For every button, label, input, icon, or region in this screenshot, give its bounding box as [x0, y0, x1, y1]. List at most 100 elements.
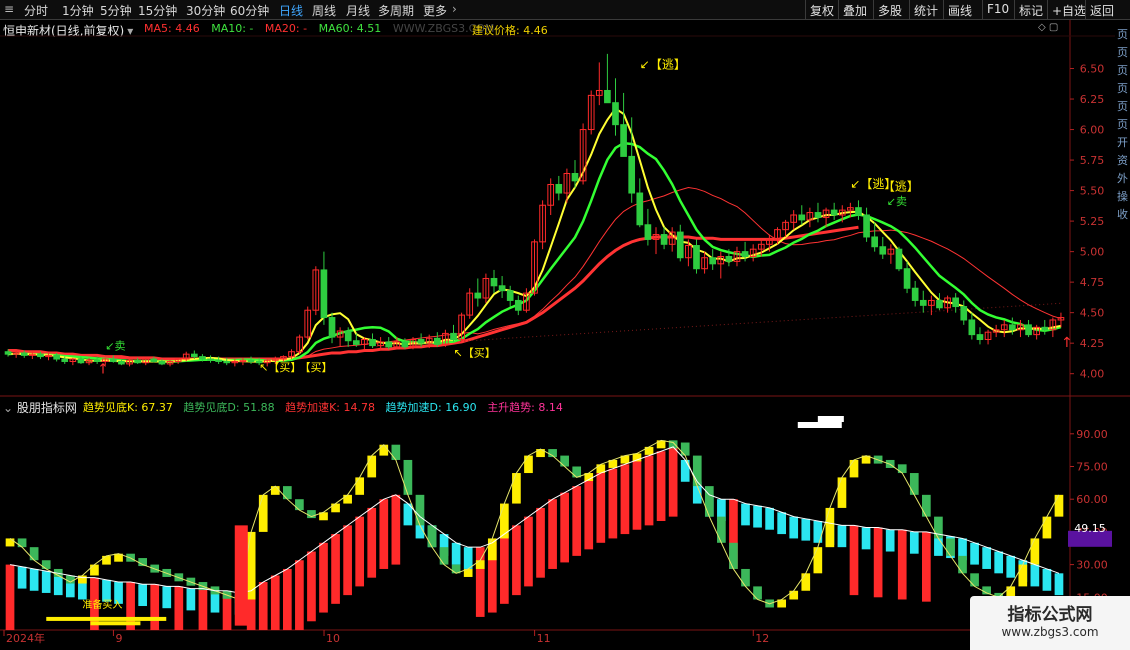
side-label: 页: [1117, 46, 1128, 59]
candle-body: [814, 212, 822, 218]
date-axis-label: 11: [537, 632, 551, 645]
side-label: 页: [1117, 118, 1128, 131]
k-bar: [897, 464, 907, 474]
acc-bar: [922, 531, 931, 602]
acc-bar: [451, 542, 461, 565]
top-marker: [817, 416, 844, 422]
price-axis-label: 5.50: [1080, 185, 1105, 198]
k-bar: [343, 494, 352, 504]
k-bar: [680, 442, 690, 456]
candle-body: [506, 290, 514, 301]
k-bar: [753, 586, 762, 600]
candle-body: [1041, 326, 1049, 331]
indicator-axis-label: 30.00: [1076, 559, 1108, 572]
logo-line1: 指标公式网: [1007, 605, 1093, 625]
side-label: 页: [1117, 64, 1128, 77]
bottom-band: [90, 621, 141, 626]
current-value-text: 49.15: [1074, 522, 1106, 535]
k-bar: [1018, 564, 1028, 587]
k-bar: [282, 486, 292, 500]
acc-bar: [536, 507, 545, 578]
k-bar: [5, 538, 15, 547]
k-bar: [922, 494, 931, 517]
acc-bar: [849, 525, 859, 596]
side-label: 外: [1117, 172, 1128, 185]
candle-body: [37, 353, 44, 358]
acc-bar: [572, 486, 582, 556]
k-bar: [500, 503, 509, 539]
candle-body: [628, 155, 636, 194]
acc-bar: [162, 586, 172, 609]
candle-body: [401, 341, 409, 348]
k-bar: [729, 542, 738, 569]
candle-body: [968, 319, 976, 336]
bottom-band: [46, 616, 167, 621]
date-axis-label: 12: [755, 632, 769, 645]
date-axis-label: 10: [326, 632, 340, 645]
candle-body: [1009, 324, 1016, 331]
candle-body: [871, 236, 879, 248]
k-bar: [801, 573, 811, 591]
acc-bar: [41, 571, 51, 593]
candle-body: [450, 332, 457, 341]
candle-body: [960, 306, 968, 321]
candle-body: [514, 299, 522, 311]
price-axis-label: 5.75: [1080, 154, 1105, 167]
acc-bar: [909, 531, 919, 554]
big-red-bar: [234, 525, 248, 626]
k-bar: [427, 525, 437, 548]
acc-bar: [1006, 555, 1016, 578]
kline-chart[interactable]: 6.50 6.25 6.00 5.75 5.50 5.25 5.00 4.75 4.50 4.25…: [0, 0, 1130, 650]
k-bar: [909, 473, 919, 495]
acc-bar: [198, 588, 208, 630]
candle-body: [976, 334, 984, 341]
acc-bar: [367, 507, 377, 578]
k-bar: [270, 486, 280, 495]
acc-bar: [789, 516, 799, 539]
acc-bar: [801, 518, 811, 541]
k-bar: [572, 466, 582, 478]
acc-bar: [584, 479, 594, 550]
k-bar: [1030, 538, 1040, 565]
k-bar: [958, 555, 967, 574]
candle-body: [709, 257, 717, 265]
candle-body: [4, 351, 12, 355]
candle-body: [1025, 324, 1032, 336]
acc-bar: [391, 494, 401, 565]
buy-signal-label: ↖【买】: [454, 347, 496, 360]
acc-bar: [656, 451, 666, 521]
candle-body: [830, 209, 838, 216]
candle-body: [919, 299, 927, 306]
buy-signal-label: 【买】: [300, 361, 333, 374]
candle-body: [741, 251, 749, 258]
k-bar: [524, 455, 533, 474]
k-bar: [17, 538, 27, 548]
price-axis-label: 4.50: [1080, 307, 1105, 320]
candle-body: [247, 359, 255, 362]
acc-bar: [632, 459, 642, 530]
indicator-axis-label: 60.00: [1076, 493, 1108, 506]
up-arrow-icon: ↑: [1061, 335, 1073, 351]
candle-body: [433, 337, 441, 345]
acc-bar: [17, 566, 27, 589]
acc-bar: [343, 525, 352, 596]
candle-body: [936, 299, 943, 309]
acc-bar: [174, 586, 184, 630]
k-bar: [487, 538, 497, 561]
acc-bar: [5, 564, 15, 630]
candle-body: [158, 360, 166, 365]
k-bar: [946, 538, 955, 556]
acc-bar: [861, 527, 871, 550]
k-bar: [367, 455, 377, 478]
candle-body: [903, 268, 911, 289]
candle-body: [636, 192, 644, 226]
k-bar: [1042, 516, 1052, 539]
acc-bar: [813, 521, 823, 543]
candle-body: [20, 352, 28, 356]
k-bar: [403, 459, 413, 495]
acc-bar: [560, 492, 569, 563]
k-bar: [813, 547, 823, 574]
price-axis-label: 6.50: [1080, 63, 1105, 76]
acc-bar: [102, 579, 111, 602]
acc-bar: [608, 468, 618, 539]
